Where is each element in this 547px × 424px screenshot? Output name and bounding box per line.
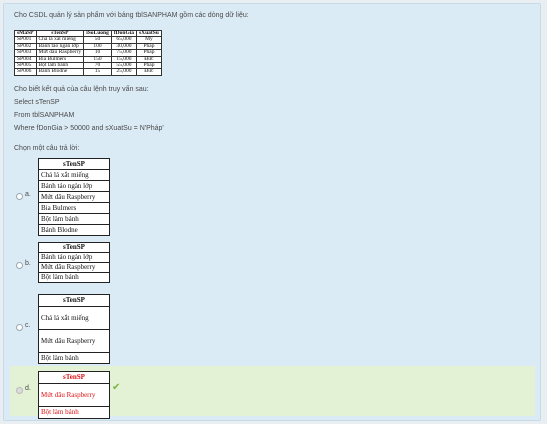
product-table: sMaSP sTenSP iSoLuong fDonGia sXuatSu SP…	[14, 29, 162, 76]
answer-cell: Bột làm bánh	[38, 213, 110, 225]
answer-cell: Bột làm bánh	[38, 352, 110, 364]
answer-cell: Mứt dâu Raspberry	[38, 191, 110, 203]
radio-button[interactable]	[16, 193, 23, 200]
answer-cell: Mứt dâu Raspberry	[38, 329, 110, 353]
answer-cell: Bánh táo ngàn lớp	[38, 252, 110, 263]
option-letter: d.	[25, 385, 31, 392]
option-letter: a.	[25, 191, 31, 198]
option-letter: b.	[25, 260, 31, 267]
table-row: SP006 Bánh Blodne 15 25,000 Đức	[14, 68, 162, 76]
answer-option-d[interactable]: d. sTenSP Mứt dâu Raspberry Bột làm bánh…	[10, 366, 535, 419]
answer-table: sTenSP Mứt dâu Raspberry Bột làm bánh	[38, 371, 110, 419]
answer-cell: Bánh táo ngàn lớp	[38, 180, 110, 192]
answer-table: sTenSP Chả lá xắt miếng Bánh táo ngàn lớ…	[38, 158, 110, 236]
answer-cell: Mứt dâu Raspberry	[38, 262, 110, 273]
answer-table: sTenSP Chả lá xắt miếng Mứt dâu Raspberr…	[38, 294, 110, 364]
radio-button[interactable]	[16, 324, 23, 331]
question-panel: Cho CSDL quản lý sản phẩm với bảng tblSA…	[3, 3, 541, 421]
table-cell: Đức	[136, 68, 162, 76]
table-cell: 15	[83, 68, 112, 76]
answer-cell: Bột làm bánh	[38, 406, 110, 419]
sql-select-line: Select sTenSP	[14, 99, 60, 106]
answer-cell: Mứt dâu Raspberry	[38, 383, 110, 407]
answer-option-a[interactable]: a. sTenSP Chả lá xắt miếng Bánh táo ngàn…	[10, 156, 535, 238]
answer-cell: Bia Bulmers	[38, 202, 110, 214]
table-cell: Bánh Blodne	[35, 68, 85, 76]
answer-cell: Chả lá xắt miếng	[38, 306, 110, 330]
answer-option-b[interactable]: b. sTenSP Bánh táo ngàn lớp Mứt dâu Rasp…	[10, 240, 535, 290]
radio-button-selected[interactable]	[16, 387, 23, 394]
answer-cell: Chả lá xắt miếng	[38, 169, 110, 181]
answer-option-c[interactable]: c. sTenSP Chả lá xắt miếng Mứt dâu Raspb…	[10, 292, 535, 364]
answer-table-header: sTenSP	[38, 294, 110, 307]
question-ask: Cho biết kết quả của câu lệnh truy vấn s…	[14, 86, 149, 93]
correct-check-icon: ✔	[112, 382, 121, 393]
sql-where-line: Where fDonGia > 50000 and sXuatSu = N'Ph…	[14, 125, 164, 132]
table-cell: SP006	[14, 68, 37, 76]
question-intro: Cho CSDL quản lý sản phẩm với bảng tblSA…	[14, 12, 249, 19]
sql-from-line: From tblSANPHAM	[14, 112, 75, 119]
table-cell: 25,000	[110, 68, 138, 76]
radio-button[interactable]	[16, 262, 23, 269]
answer-table-header: sTenSP	[38, 371, 110, 384]
option-letter: c.	[25, 322, 31, 329]
answer-table-header: sTenSP	[38, 242, 110, 253]
choose-prompt: Chọn một câu trả lời:	[14, 145, 80, 152]
answer-cell: Bánh Blodne	[38, 224, 110, 236]
answer-table: sTenSP Bánh táo ngàn lớp Mứt dâu Raspber…	[38, 242, 110, 283]
answer-table-header: sTenSP	[38, 158, 110, 170]
answer-cell: Bột làm bánh	[38, 272, 110, 283]
